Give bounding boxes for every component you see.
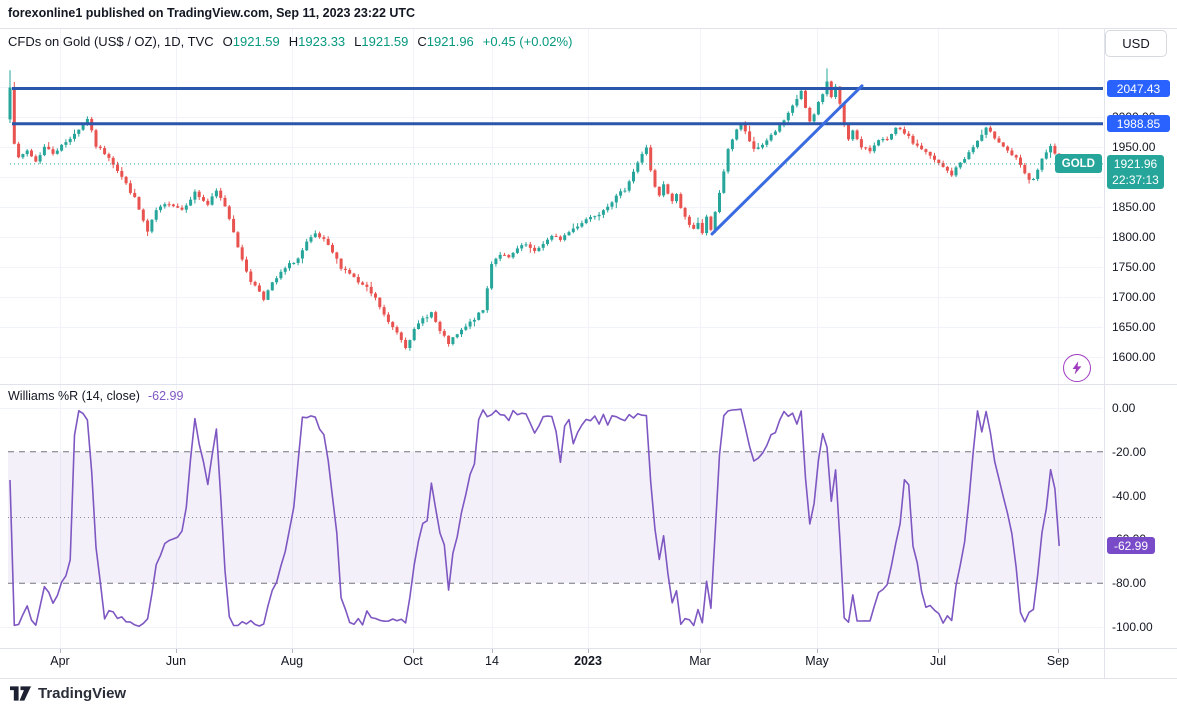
time-axis-separator [0, 648, 1177, 649]
time-axis-label: Sep [1030, 654, 1086, 668]
price-scale-label: 1700.00 [1112, 290, 1155, 305]
tradingview-logo[interactable]: TradingView [10, 685, 126, 702]
time-axis-label: 14 [464, 654, 520, 668]
indicator-title: Williams %R (14, close) [8, 389, 140, 403]
currency-button[interactable]: USD [1105, 30, 1167, 57]
time-axis-label: Jul [910, 654, 966, 668]
indicator-scale-label: -20.00 [1112, 445, 1146, 460]
last-price-label: 1921.9622:37:13 [1107, 155, 1164, 189]
indicator-scale-label: -80.00 [1112, 576, 1146, 591]
tradingview-snapshot-page: forexonline1 published on TradingView.co… [0, 0, 1177, 713]
price-scale-label: 1750.00 [1112, 260, 1155, 275]
bar-countdown: 22:37:13 [1112, 172, 1159, 188]
ohlc-low: L1921.59 [354, 34, 408, 49]
indicator-value-label: -62.99 [1107, 537, 1155, 554]
price-scale-label: 1950.00 [1112, 140, 1155, 155]
price-scale-separator [1104, 28, 1105, 678]
indicator-scale-label: -100.00 [1112, 620, 1153, 635]
indicator-scale-label: -40.00 [1112, 489, 1146, 504]
price-line-label-2: 1988.85 [1107, 115, 1170, 132]
price-scale-label: 1800.00 [1112, 230, 1155, 245]
lightning-bolt-icon [1069, 360, 1085, 376]
time-axis-label: Mar [672, 654, 728, 668]
ohlc-open: O1921.59 [223, 34, 280, 49]
price-scale-label: 1600.00 [1112, 350, 1155, 365]
symbol-header: CFDs on Gold (US$ / OZ), 1D, TVC O1921.5… [8, 34, 572, 49]
price-change: +0.45 (+0.02%) [483, 34, 573, 49]
time-axis-label: Oct [385, 654, 441, 668]
ohlc-high: H1923.33 [289, 34, 345, 49]
logo-text: TradingView [38, 685, 126, 702]
pane-separator[interactable] [0, 384, 1177, 385]
time-axis-label: Jun [148, 654, 204, 668]
price-scale-label: 1650.00 [1112, 320, 1155, 335]
indicator-scale-label: 0.00 [1112, 401, 1135, 416]
attribution-text: forexonline1 published on TradingView.co… [8, 6, 415, 20]
price-line-label-1: 2047.43 [1107, 80, 1170, 97]
bottom-separator [0, 678, 1177, 679]
time-axis-label: 2023 [560, 654, 616, 668]
chart-canvas[interactable] [0, 0, 1177, 713]
indicator-value: -62.99 [148, 389, 183, 403]
header-separator [0, 28, 1177, 29]
last-price-value: 1921.96 [1114, 156, 1157, 172]
quick-trade-button[interactable] [1063, 354, 1091, 382]
time-axis-label: Aug [264, 654, 320, 668]
ohlc-close: C1921.96 [417, 34, 473, 49]
candlestick-series[interactable] [9, 68, 1061, 350]
time-axis-label: May [789, 654, 845, 668]
tradingview-logo-mark [10, 686, 31, 702]
symbol-name-tag: GOLD [1055, 154, 1102, 173]
price-scale-label: 1850.00 [1112, 200, 1155, 215]
indicator-header[interactable]: Williams %R (14, close) -62.99 [8, 389, 183, 403]
trendline[interactable] [712, 86, 862, 234]
symbol-title[interactable]: CFDs on Gold (US$ / OZ), 1D, TVC [8, 34, 214, 49]
time-axis-label: Apr [32, 654, 88, 668]
